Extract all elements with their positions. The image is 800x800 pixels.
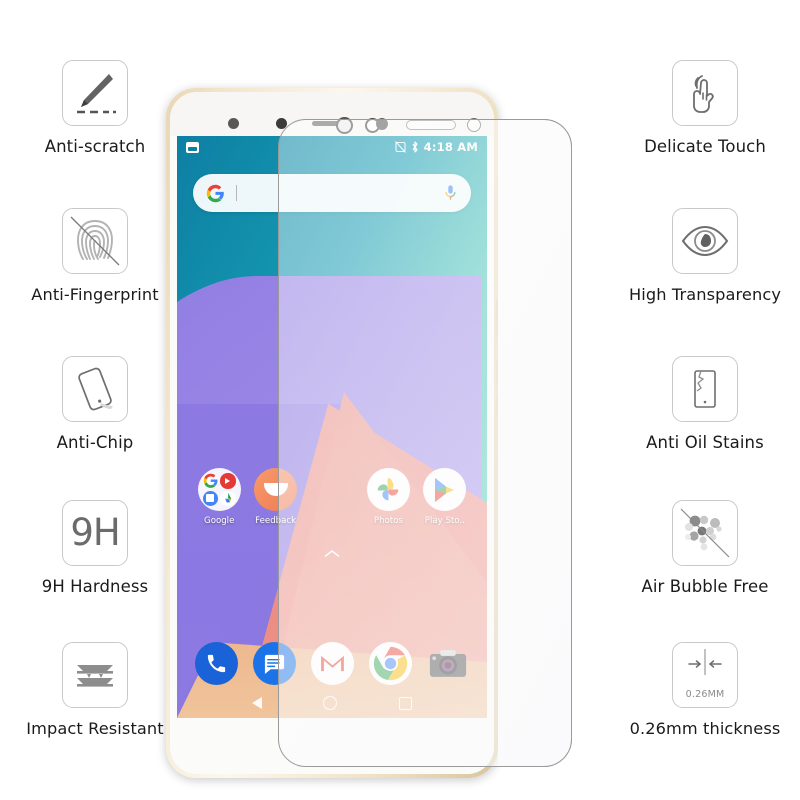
recents-square-icon[interactable] xyxy=(399,696,413,710)
feature-9h-hardness[interactable]: 9H 9H Hardness xyxy=(0,500,190,596)
phone-body: 4:18 AM Google Feedback Photos Play Sto.… xyxy=(170,92,494,774)
chevron-up-icon xyxy=(324,550,340,557)
feature-label: Anti Oil Stains xyxy=(646,433,764,452)
google-folder-icon xyxy=(197,468,241,511)
layered-plates-icon xyxy=(62,642,128,708)
feature-high-transparency[interactable]: High Transparency xyxy=(610,208,800,304)
phone-icon[interactable] xyxy=(194,642,238,685)
feature-anti-scratch[interactable]: Anti-scratch xyxy=(0,60,190,156)
feature-label: Anti-Chip xyxy=(56,433,134,452)
right-feature-column: Delicate Touch High Transparency Anti Oi… xyxy=(610,0,800,800)
tilted-phone-icon xyxy=(62,356,128,422)
feature-label: Anti-scratch xyxy=(44,137,146,156)
left-feature-column: Anti-scratch Anti-Fingerprint Anti-Chip … xyxy=(0,0,190,800)
feature-anti-fingerprint[interactable]: Anti-Fingerprint xyxy=(0,208,190,304)
sensor-ring-icon xyxy=(336,117,353,134)
back-triangle-icon[interactable] xyxy=(251,697,262,709)
feedback-icon xyxy=(254,468,298,511)
google-photos-icon xyxy=(366,468,410,511)
status-bar: 4:18 AM xyxy=(177,136,487,158)
feature-label: Impact Resistant xyxy=(26,719,164,738)
feature-label: 9H Hardness xyxy=(41,577,149,596)
feature-air-bubble-free[interactable]: Air Bubble Free xyxy=(610,500,800,596)
phone-device: 4:18 AM Google Feedback Photos Play Sto.… xyxy=(166,88,499,778)
empty-slot xyxy=(311,468,354,511)
feature-impact-resistant[interactable]: Impact Resistant xyxy=(0,642,190,738)
feature-anti-chip[interactable]: Anti-Chip xyxy=(0,356,190,452)
cracked-phone-icon xyxy=(672,356,738,422)
app-drawer-handle[interactable] xyxy=(324,544,341,563)
phone-frame: 4:18 AM Google Feedback Photos Play Sto.… xyxy=(166,88,499,778)
feature-label: Anti-Fingerprint xyxy=(31,285,159,304)
home-circle-icon[interactable] xyxy=(323,696,338,710)
app-label: Feedback xyxy=(255,516,297,526)
fingerprint-slash-icon xyxy=(62,208,128,274)
app-google-folder[interactable]: Google xyxy=(191,468,247,526)
thickness-caption: 0.26MM xyxy=(685,689,725,700)
search-text-caret xyxy=(236,185,238,201)
sensor-dot-icon xyxy=(376,118,388,130)
knife-scratch-icon xyxy=(62,60,128,126)
bottom-bezel xyxy=(170,718,494,774)
home-screen-app-row: Google Feedback Photos Play Sto.. xyxy=(177,468,487,526)
front-camera-icon xyxy=(467,118,481,132)
status-bar-clock: 4:18 AM xyxy=(423,140,478,154)
app-feedback[interactable]: Feedback xyxy=(247,468,303,526)
status-bar-notifications xyxy=(186,141,199,153)
eye-icon xyxy=(672,208,738,274)
feature-label: Delicate Touch xyxy=(644,137,766,156)
app-label: Google xyxy=(204,516,235,526)
screen-protector-offset-panel xyxy=(498,119,572,767)
status-bar-system: 4:18 AM xyxy=(394,140,478,154)
app-play-store[interactable]: Play Sto.. xyxy=(417,468,473,526)
app-label: Photos xyxy=(373,516,403,526)
home-screen-dock xyxy=(177,642,487,685)
hardness-text-icon: 9H xyxy=(62,500,128,566)
phone-screen[interactable]: 4:18 AM Google Feedback Photos Play Sto.… xyxy=(177,136,487,718)
feature-label: High Transparency xyxy=(628,285,782,304)
google-g-icon xyxy=(206,184,224,202)
feature-thickness[interactable]: 0.26MM 0.26mm thickness xyxy=(610,642,800,738)
chrome-icon[interactable] xyxy=(368,642,412,685)
light-sensor-icon xyxy=(276,118,287,129)
microphone-icon[interactable] xyxy=(443,184,458,203)
bubbles-slash-icon xyxy=(672,500,738,566)
feature-label: Air Bubble Free xyxy=(641,577,769,596)
app-photos[interactable]: Photos xyxy=(360,468,416,526)
navigation-bar xyxy=(177,688,487,718)
google-search-bar[interactable] xyxy=(193,174,471,212)
bluetooth-icon xyxy=(412,141,418,153)
vibrate-off-icon xyxy=(394,141,406,153)
camera-icon[interactable] xyxy=(427,642,470,685)
screenshot-icon xyxy=(186,141,199,153)
feature-delicate-touch[interactable]: Delicate Touch xyxy=(610,60,800,156)
proximity-sensor-icon xyxy=(228,118,239,129)
thickness-arrows-icon: 0.26MM xyxy=(672,642,738,708)
messages-icon[interactable] xyxy=(252,642,296,685)
earpiece-speaker-icon xyxy=(406,120,456,130)
hardness-badge-text: 9H xyxy=(70,510,120,554)
app-empty-slot xyxy=(304,468,360,526)
app-label: Play Sto.. xyxy=(424,516,465,526)
tap-hand-icon xyxy=(672,60,738,126)
play-store-icon xyxy=(423,468,467,511)
top-bezel xyxy=(170,92,494,136)
feature-anti-oil-stains[interactable]: Anti Oil Stains xyxy=(610,356,800,452)
feature-label: 0.26mm thickness xyxy=(629,719,781,738)
gmail-icon[interactable] xyxy=(310,642,354,685)
